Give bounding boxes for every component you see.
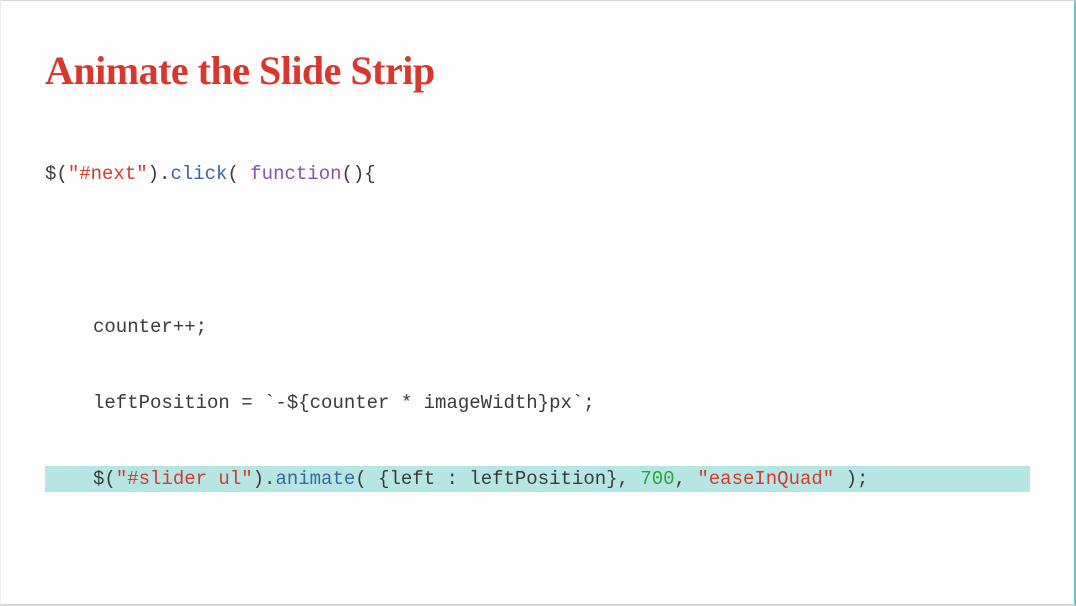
- code-token: ,: [675, 468, 698, 490]
- code-string: "#next": [68, 163, 148, 185]
- code-blank-line: [45, 237, 1030, 264]
- code-string: "easeInQuad": [697, 468, 834, 490]
- code-line-4-highlighted: $("#slider ul").animate( {left : leftPos…: [45, 466, 1030, 493]
- code-method: animate: [275, 468, 355, 490]
- code-token: (){: [342, 163, 376, 185]
- code-token: ( {left : leftPosition},: [355, 468, 640, 490]
- code-token: );: [834, 468, 868, 490]
- code-number: 700: [640, 468, 674, 490]
- code-token: $(: [93, 468, 116, 490]
- code-keyword: function: [250, 163, 341, 185]
- code-block: $("#next").click( function(){ counter++;…: [45, 112, 1030, 606]
- code-method: click: [170, 163, 227, 185]
- code-string: "#slider ul": [116, 468, 253, 490]
- code-line-3: leftPosition = `-${counter * imageWidth}…: [45, 390, 1030, 417]
- slide-frame: Animate the Slide Strip $("#next").click…: [0, 0, 1076, 606]
- code-token: ).: [148, 163, 171, 185]
- code-token: (: [227, 163, 250, 185]
- code-line-1: $("#next").click( function(){: [45, 161, 1030, 188]
- code-token: $(: [45, 163, 68, 185]
- slide-title: Animate the Slide Strip: [45, 47, 1030, 94]
- code-token: ).: [253, 468, 276, 490]
- code-blank-line: [45, 542, 1030, 569]
- code-line-2: counter++;: [45, 314, 1030, 341]
